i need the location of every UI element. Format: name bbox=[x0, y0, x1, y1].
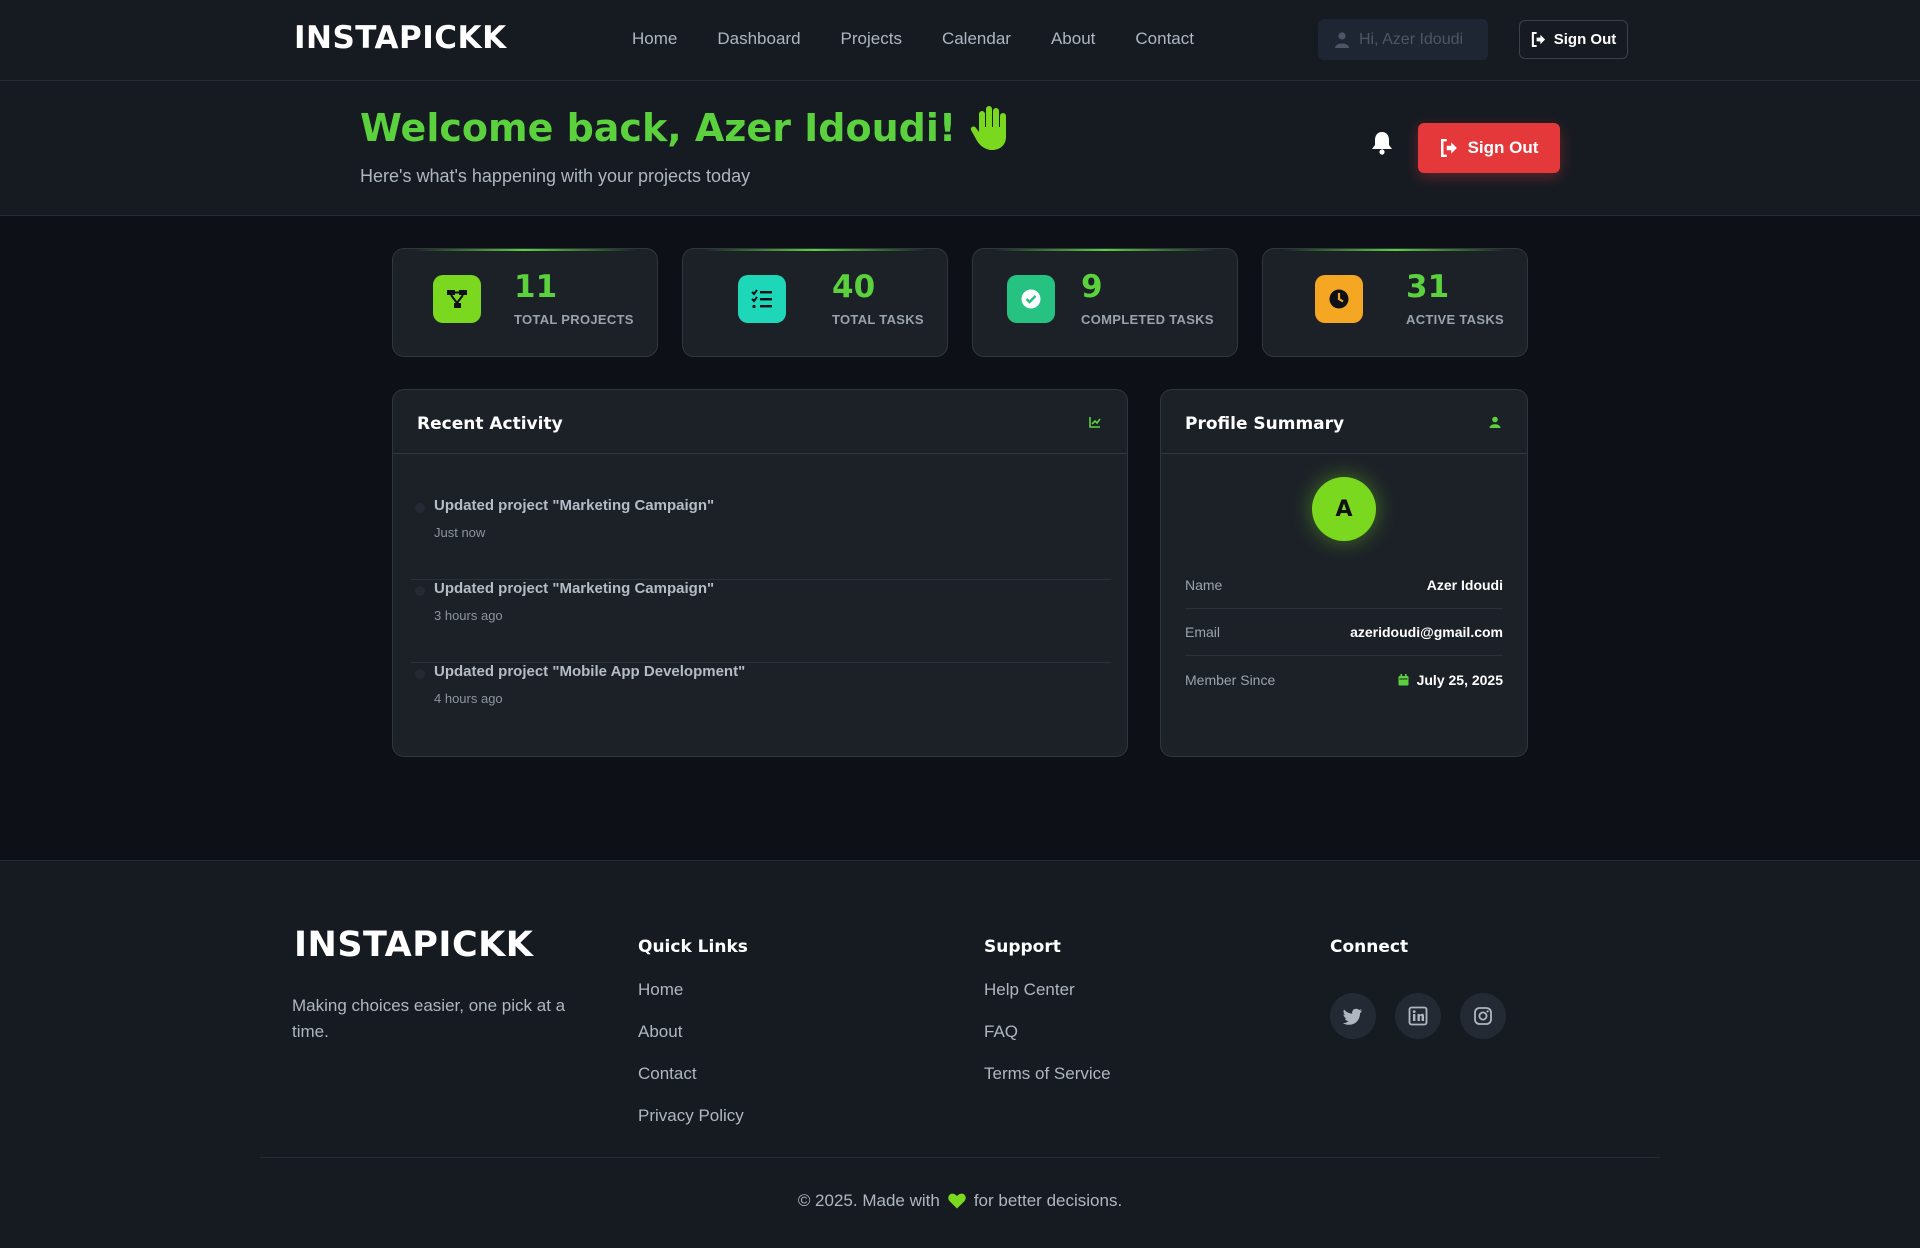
nav-links: Home Dashboard Projects Calendar About C… bbox=[632, 29, 1194, 49]
tasks-icon bbox=[738, 275, 786, 323]
sign-out-icon bbox=[1440, 139, 1457, 157]
linkedin-icon[interactable] bbox=[1395, 993, 1441, 1039]
profile-row-email: Email azeridoudi@gmail.com bbox=[1185, 609, 1503, 656]
stat-label: TOTAL PROJECTS bbox=[514, 312, 634, 327]
nav-link-projects[interactable]: Projects bbox=[841, 29, 902, 49]
profile-row-name: Name Azer Idoudi bbox=[1185, 562, 1503, 609]
stat-card-active-tasks: 31 ACTIVE TASKS bbox=[1262, 248, 1528, 357]
hero-signout-label: Sign Out bbox=[1467, 138, 1539, 157]
profile-key: Member Since bbox=[1185, 671, 1276, 688]
stat-card-completed-tasks: 9 COMPLETED TASKS bbox=[972, 248, 1238, 357]
activity-list: Updated project "Marketing Campaign" Jus… bbox=[411, 497, 1111, 746]
footer-col-title: Connect bbox=[1330, 937, 1409, 957]
twitter-icon[interactable] bbox=[1330, 993, 1376, 1039]
welcome-title: Welcome back, Azer Idoudi! bbox=[360, 105, 1012, 151]
user-greeting-text: Hi, Azer Idoudi bbox=[1359, 30, 1464, 48]
stat-label: COMPLETED TASKS bbox=[1081, 312, 1214, 327]
copyright-suffix: for better decisions. bbox=[973, 1191, 1123, 1210]
nav-link-dashboard[interactable]: Dashboard bbox=[717, 29, 800, 49]
notification-bell-icon[interactable] bbox=[1371, 131, 1393, 155]
activity-dot bbox=[415, 586, 425, 596]
footer-connect: Connect bbox=[1330, 925, 1506, 1039]
stat-value: 9 bbox=[1081, 269, 1103, 305]
footer-col-title: Support bbox=[984, 937, 1061, 957]
activity-time: 4 hours ago bbox=[434, 691, 503, 706]
panel-header: Profile Summary bbox=[1161, 390, 1527, 454]
recent-activity-title: Recent Activity bbox=[417, 414, 563, 434]
nav-signout-label: Sign Out bbox=[1553, 31, 1617, 48]
profile-summary-panel: Profile Summary A Name Azer Idoudi Email… bbox=[1160, 389, 1528, 757]
footer-support: Support Help Center FAQ Terms of Service bbox=[984, 925, 1111, 1085]
stat-label: ACTIVE TASKS bbox=[1406, 312, 1504, 327]
activity-time: 3 hours ago bbox=[434, 608, 503, 623]
user-icon bbox=[1335, 31, 1349, 48]
footer-link-privacy-policy[interactable]: Privacy Policy bbox=[638, 1105, 748, 1127]
stat-value: 11 bbox=[514, 269, 558, 305]
brand-logo[interactable]: INSTAPICKK bbox=[294, 20, 507, 56]
user-greeting: Hi, Azer Idoudi bbox=[1318, 19, 1488, 60]
activity-dot bbox=[415, 503, 425, 513]
calendar-icon bbox=[1398, 673, 1409, 685]
avatar: A bbox=[1312, 477, 1376, 541]
waving-hand-icon bbox=[971, 106, 1007, 150]
profile-value-member-since: July 25, 2025 bbox=[1398, 672, 1503, 688]
activity-text: Updated project "Marketing Campaign" bbox=[434, 497, 715, 514]
profile-key: Name bbox=[1185, 577, 1223, 593]
copyright: © 2025. Made with for better decisions. bbox=[0, 1191, 1920, 1211]
activity-dot bbox=[415, 669, 425, 679]
site-footer: INSTAPICKK Making choices easier, one pi… bbox=[0, 860, 1920, 1248]
stat-card-total-projects: 11 TOTAL PROJECTS bbox=[392, 248, 658, 357]
footer-link-terms[interactable]: Terms of Service bbox=[984, 1063, 1111, 1085]
project-diagram-icon bbox=[433, 275, 481, 323]
clock-icon bbox=[1315, 275, 1363, 323]
panel-header: Recent Activity bbox=[393, 390, 1127, 454]
footer-divider bbox=[260, 1157, 1660, 1158]
footer-link-about[interactable]: About bbox=[638, 1021, 748, 1043]
profile-row-member-since: Member Since July 25, 2025 bbox=[1185, 656, 1503, 703]
welcome-title-text: Welcome back, Azer Idoudi! bbox=[360, 106, 957, 150]
nav-link-calendar[interactable]: Calendar bbox=[942, 29, 1011, 49]
activity-item[interactable]: Updated project "Marketing Campaign" Jus… bbox=[411, 497, 1111, 580]
activity-text: Updated project "Marketing Campaign" bbox=[434, 580, 715, 597]
footer-link-home[interactable]: Home bbox=[638, 979, 748, 1001]
stat-label: TOTAL TASKS bbox=[832, 312, 924, 327]
check-circle-icon bbox=[1007, 275, 1055, 323]
recent-activity-panel: Recent Activity Updated project "Marketi… bbox=[392, 389, 1128, 757]
stat-card-total-tasks: 40 TOTAL TASKS bbox=[682, 248, 948, 357]
profile-key: Email bbox=[1185, 624, 1221, 640]
profile-value-name: Azer Idoudi bbox=[1426, 577, 1503, 593]
stat-value: 40 bbox=[832, 269, 876, 305]
footer-col-title: Quick Links bbox=[638, 937, 748, 957]
nav-link-about[interactable]: About bbox=[1051, 29, 1095, 49]
activity-item[interactable]: Updated project "Marketing Campaign" 3 h… bbox=[411, 580, 1111, 663]
footer-link-faq[interactable]: FAQ bbox=[984, 1021, 1111, 1043]
welcome-hero: Welcome back, Azer Idoudi! Here's what's… bbox=[0, 81, 1920, 216]
nav-link-home[interactable]: Home bbox=[632, 29, 677, 49]
stat-value: 31 bbox=[1406, 269, 1450, 305]
footer-brand-logo[interactable]: INSTAPICKK bbox=[294, 925, 533, 965]
activity-time: Just now bbox=[434, 525, 486, 540]
copyright-prefix: © 2025. Made with bbox=[797, 1191, 940, 1210]
profile-details: Name Azer Idoudi Email azeridoudi@gmail.… bbox=[1185, 562, 1503, 703]
footer-tagline: Making choices easier, one pick at a tim… bbox=[292, 996, 566, 1041]
heart-icon bbox=[948, 1193, 966, 1209]
footer-link-help-center[interactable]: Help Center bbox=[984, 979, 1111, 1001]
social-links bbox=[1330, 993, 1506, 1039]
top-navbar: INSTAPICKK Home Dashboard Projects Calen… bbox=[0, 0, 1920, 81]
nav-signout-button[interactable]: Sign Out bbox=[1519, 20, 1628, 59]
welcome-subtitle: Here's what's happening with your projec… bbox=[360, 166, 751, 186]
footer-link-contact[interactable]: Contact bbox=[638, 1063, 748, 1085]
chart-line-icon bbox=[1089, 417, 1101, 428]
hero-signout-button[interactable]: Sign Out bbox=[1418, 123, 1560, 173]
nav-link-contact[interactable]: Contact bbox=[1135, 29, 1194, 49]
member-since-date: July 25, 2025 bbox=[1416, 671, 1503, 688]
profile-summary-title: Profile Summary bbox=[1185, 414, 1345, 434]
activity-item[interactable]: Updated project "Mobile App Development"… bbox=[411, 663, 1111, 746]
activity-text: Updated project "Mobile App Development" bbox=[434, 663, 746, 680]
instagram-icon[interactable] bbox=[1460, 993, 1506, 1039]
footer-quick-links: Quick Links Home About Contact Privacy P… bbox=[638, 925, 748, 1127]
user-icon bbox=[1489, 416, 1501, 428]
sign-out-icon bbox=[1531, 32, 1545, 47]
profile-value-email: azeridoudi@gmail.com bbox=[1350, 624, 1503, 640]
